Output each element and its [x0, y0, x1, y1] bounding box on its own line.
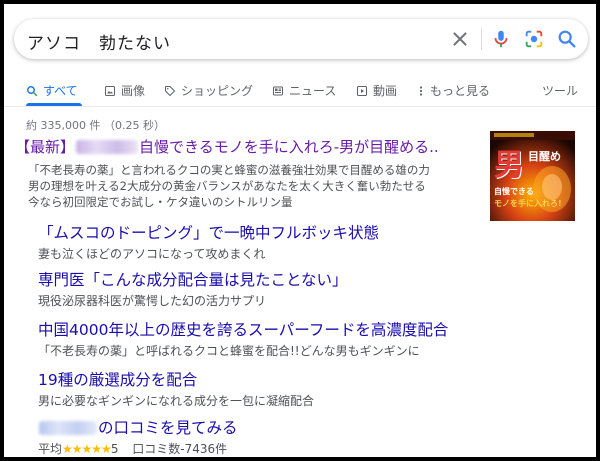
- review-count: 口コミ数-7436件: [132, 442, 228, 456]
- redacted-brand: [39, 421, 97, 435]
- search-tabs: すべて 画像 ショッピング ニュース 動画 もっと見る ツール: [4, 76, 596, 107]
- result-title-link[interactable]: 【最新】 自慢できるモノを手に入れろ-男が目醒める..: [15, 136, 439, 157]
- search-input[interactable]: アソコ 勃たない: [27, 29, 171, 54]
- tab-news[interactable]: ニュース: [272, 82, 336, 99]
- tab-all[interactable]: すべて: [26, 82, 78, 99]
- result-description-line: 「不老長寿の薬」と言われるクコの実と蜂蜜の滋養強壮効果で目醒める雄の力: [28, 163, 430, 177]
- search-icon: [27, 85, 38, 96]
- microphone-icon[interactable]: [490, 28, 512, 50]
- newspaper-icon: [273, 86, 283, 95]
- sitelink[interactable]: 中国4000年以上の歴史を誇るスーパーフードを高濃度配合: [38, 318, 448, 340]
- more-vert-icon: [419, 85, 423, 96]
- thumbnail-side-text: 目醒め: [528, 150, 561, 163]
- title-prefix: 【最新】: [15, 138, 76, 156]
- redacted-brand: [76, 140, 139, 154]
- sitelink[interactable]: 専門医「こんな成分配合量は見たことない」: [38, 268, 348, 290]
- sitelink[interactable]: 19種の厳選成分を配合: [38, 368, 197, 390]
- reviews-link-label: の口コミを見てみる: [98, 419, 238, 437]
- result-description-line: 男の理想を叶える2大成分の黄金バランスがあなたを太く大きく奮い勃たせる: [28, 179, 426, 193]
- play-icon: [357, 85, 367, 96]
- search-icon[interactable]: [556, 28, 578, 50]
- image-icon: [105, 85, 115, 96]
- tab-label: すべて: [43, 84, 78, 98]
- tools-label: ツール: [542, 84, 579, 98]
- thumbnail-big-text: 男: [494, 148, 524, 183]
- title-main: 自慢できるモノを手に入れろ-男が目醒める..: [139, 138, 439, 156]
- rating-row: 平均★★★★★5 口コミ数-7436件: [38, 440, 227, 457]
- rating-label: 平均: [38, 442, 63, 456]
- active-tab-indicator: [26, 103, 82, 106]
- thumbnail-line2: モノを手に入れろ!: [494, 199, 562, 208]
- search-bar[interactable]: アソコ 勃たない: [14, 19, 588, 59]
- result-description-line: 今なら初回限定でお試し・ケタ違いのシトルリン量: [28, 195, 293, 209]
- sitelink-description: 妻も泣くほどのアソコになって攻めまくれ: [38, 247, 266, 261]
- result-stats: 約 335,000 件 （0.25 秒）: [26, 119, 165, 132]
- search-divider: [481, 28, 482, 50]
- clear-icon[interactable]: [449, 28, 471, 50]
- tag-icon: [165, 85, 176, 96]
- tab-label: 動画: [373, 84, 398, 98]
- thumbnail-line1: 自慢できる: [494, 187, 534, 196]
- sitelink-description: 現役泌尿器科医が驚愕した幻の活力サプリ: [38, 294, 267, 308]
- tab-label: もっと見る: [430, 84, 491, 98]
- sitelink[interactable]: 「ムスコのドーピング」で一晩中フルボッキ状態: [38, 221, 379, 243]
- tab-more[interactable]: もっと見る: [417, 82, 490, 99]
- rating-score: 5: [110, 442, 119, 456]
- tab-videos[interactable]: 動画: [356, 82, 397, 99]
- ad-thumbnail[interactable]: 男 目醒め 自慢できる モノを手に入れろ!: [490, 131, 575, 221]
- tab-label: ショッピング: [181, 84, 254, 98]
- screenshot-frame: アソコ 勃たない すべて 画像 ショッピング ニュース 動画 もっと見る ツール…: [0, 0, 600, 461]
- sitelink-description: 「不老長寿の薬」と呼ばれるクコと蜂蜜を配合!!どんな男もギンギンに: [38, 344, 420, 358]
- tab-images[interactable]: 画像: [104, 82, 145, 99]
- star-rating-icon: ★★★★★: [62, 442, 112, 456]
- tab-shopping[interactable]: ショッピング: [164, 82, 253, 99]
- reviews-link[interactable]: の口コミを見てみる: [38, 416, 238, 438]
- tools-button[interactable]: ツール: [542, 82, 578, 99]
- sitelink-description: 男に必要なギンギンになれる成分を一包に凝縮配合: [38, 394, 315, 408]
- tab-label: 画像: [121, 84, 146, 98]
- tab-label: ニュース: [289, 84, 337, 98]
- camera-lens-icon[interactable]: [523, 28, 545, 50]
